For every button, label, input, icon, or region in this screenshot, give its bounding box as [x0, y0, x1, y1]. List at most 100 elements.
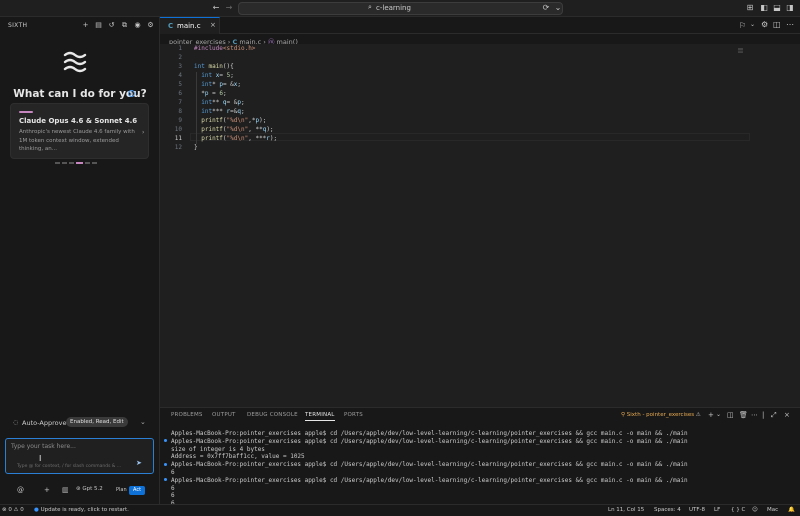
gear-icon[interactable]: ⚙ [146, 21, 155, 30]
new-terminal-icon[interactable]: + [708, 411, 714, 419]
command-decoration-icon[interactable] [164, 462, 167, 466]
tab-debug-console[interactable]: DEBUG CONSOLE [247, 412, 298, 418]
model-selector[interactable]: ⊛ Gpt 5.2 [76, 486, 103, 492]
auto-approve-row[interactable]: ◌ Auto-Approve Enabled, Read, Edit ⌄ [10, 416, 155, 430]
carousel-dot-active[interactable] [76, 162, 83, 164]
announcement-card[interactable]: Claude Opus 4.6 & Sonnet 4.6 Anthropic's… [10, 103, 149, 159]
sixth-logo-icon [63, 51, 87, 73]
task-input[interactable]: Type your task here... I Type @ for cont… [5, 438, 154, 474]
act-mode-button[interactable]: Act [129, 486, 146, 495]
model-name: Gpt 5.2 [82, 486, 103, 492]
carousel-dot[interactable] [92, 162, 97, 164]
tab-ports[interactable]: PORTS [344, 412, 363, 418]
line-number: 12 [174, 144, 182, 151]
minimap-icon[interactable]: ≣ [737, 46, 744, 55]
platform[interactable]: Mac [767, 507, 778, 513]
code-line-12[interactable]: } [194, 144, 198, 151]
terminal-line-text: 6 [171, 484, 175, 492]
terminal-line-text: 6 [171, 469, 175, 476]
more-actions-icon[interactable]: ⋯ [786, 20, 794, 29]
terminal-icon: ⚲ [621, 412, 626, 418]
carousel-dot[interactable] [69, 162, 74, 164]
at-mention-icon[interactable]: @ [17, 486, 24, 494]
history-box-icon[interactable]: ▤ [94, 21, 103, 30]
more-actions-icon[interactable]: ⋯ [751, 411, 758, 419]
code-line-3[interactable]: int main(){ [194, 63, 234, 70]
chevron-down-icon[interactable]: ⌄ [750, 21, 755, 28]
carousel-dots[interactable] [55, 162, 99, 165]
line-number: 5 [178, 81, 182, 88]
card-title: Claude Opus 4.6 & Sonnet 4.6 [19, 117, 138, 125]
gear-icon[interactable]: ⚙ [761, 20, 768, 29]
problems-count[interactable]: ⊗ 0 ⚠ 0 [2, 507, 24, 513]
editor-tab-bar: C main.c × ⚐ ⌄ ⚙ ◫ ⋯ [160, 17, 800, 34]
update-notice[interactable]: ● Update is ready, click to restart. [34, 507, 129, 513]
plan-mode-button[interactable]: Plan [113, 486, 130, 495]
command-center[interactable]: ⌕ c-learning [238, 2, 563, 15]
code-line-11[interactable]: printf("%d\n", ***r); [194, 135, 277, 142]
code-line-1[interactable]: #include<stdio.h> [194, 45, 255, 52]
plus-icon[interactable]: + [81, 21, 90, 30]
tab-terminal[interactable]: TERMINAL [305, 412, 335, 421]
code-line-7[interactable]: int** q= &p; [194, 99, 244, 106]
language-mode[interactable]: { } C [731, 507, 745, 513]
plus-icon[interactable]: + [44, 486, 50, 494]
close-icon[interactable]: × [210, 21, 216, 29]
carousel-dot[interactable] [85, 162, 90, 164]
back-arrow-icon[interactable]: ← [211, 3, 221, 13]
bell-icon[interactable]: 🔔 [788, 507, 795, 513]
code-editor[interactable]: 1 2 3 4 5 6 7 8 9 10 11 12 #include<stdio.h> int ma… [160, 44, 800, 407]
line-number: 10 [174, 126, 182, 133]
history-icon[interactable]: ↺ [107, 21, 116, 30]
toggle-secondary-sidebar-icon[interactable]: ◨ [785, 3, 795, 13]
line-number: 4 [178, 72, 182, 79]
code-line-4[interactable]: int x= 5; [194, 72, 234, 79]
toggle-panel-icon[interactable]: ⬓ [772, 3, 782, 13]
auto-approve-value[interactable]: Enabled, Read, Edit [66, 417, 128, 427]
popout-icon[interactable]: ⧉ [120, 21, 129, 30]
chevron-right-icon[interactable]: › [142, 129, 144, 136]
maximize-panel-icon[interactable]: ⤢ [771, 411, 777, 420]
info-icon: ● [34, 507, 39, 513]
account-icon[interactable]: ◉ [133, 21, 142, 30]
tab-main-c[interactable]: C main.c × [160, 17, 220, 34]
command-decoration-icon[interactable] [164, 478, 167, 482]
split-terminal-icon[interactable]: ◫ [727, 411, 734, 419]
send-icon[interactable]: ➤ [136, 459, 142, 467]
copilot-status-icon[interactable]: ☺ [752, 507, 758, 513]
split-editor-icon[interactable]: ◫ [773, 20, 781, 29]
task-input-placeholder: Type your task here... [11, 443, 76, 450]
run-icon[interactable]: ⚐ [739, 21, 746, 30]
terminal-instance[interactable]: ⚲ Sixth - pointer_exercises ⚠ [621, 412, 701, 418]
layout-customize-icon[interactable]: ⊞ [745, 3, 755, 13]
info-icon[interactable]: i [128, 90, 135, 97]
carousel-dot[interactable] [62, 162, 67, 164]
command-decoration-icon[interactable] [164, 439, 167, 443]
terminal-line-text: 6 [171, 492, 175, 500]
tab-output[interactable]: OUTPUT [212, 412, 236, 418]
line-number: 6 [178, 90, 182, 97]
encoding[interactable]: UTF-8 [689, 507, 705, 513]
image-icon[interactable]: ▥ [62, 486, 69, 494]
errors-count: 0 [8, 507, 12, 513]
side-panel-header: SIXTH + ▤ ↺ ⧉ ◉ ⚙ [0, 17, 160, 35]
cursor-position[interactable]: Ln 11, Col 15 [608, 507, 644, 513]
terminal-line-text: Address = 0x7ff7baff1cc, value = 1025 [171, 453, 305, 461]
copilot-icon[interactable]: ⟳ [541, 3, 551, 13]
forward-arrow-icon[interactable]: → [224, 3, 234, 13]
toggle-primary-sidebar-icon[interactable]: ◧ [759, 3, 769, 13]
code-line-9[interactable]: printf("%d\n",*p); [194, 117, 266, 124]
code-line-5[interactable]: int* p= &x; [194, 81, 241, 88]
indentation[interactable]: Spaces: 4 [654, 507, 681, 513]
trash-icon[interactable]: 🗑 [739, 411, 748, 419]
code-line-10[interactable]: printf("%d\n", **q); [194, 126, 273, 133]
chevron-down-icon[interactable]: ⌄ [140, 418, 146, 426]
code-line-6[interactable]: *p = 6; [194, 90, 226, 97]
chevron-down-icon[interactable]: ⌄ [553, 3, 563, 13]
end-of-line[interactable]: LF [714, 507, 720, 513]
tab-problems[interactable]: PROBLEMS [171, 412, 203, 418]
carousel-dot[interactable] [55, 162, 60, 164]
close-icon[interactable]: × [784, 411, 790, 419]
chevron-down-icon[interactable]: ⌄ [716, 411, 721, 418]
code-line-8[interactable]: int*** r=&q; [194, 108, 244, 115]
